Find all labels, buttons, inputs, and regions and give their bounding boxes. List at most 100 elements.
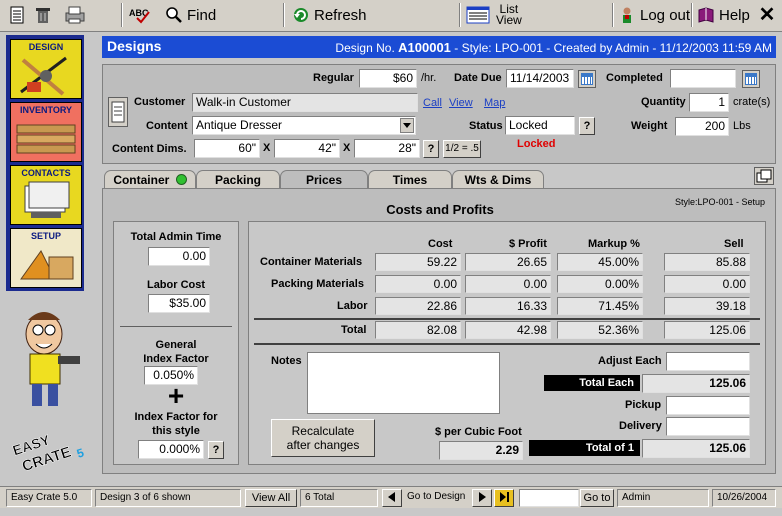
style-index-field[interactable]: 0.000%	[138, 440, 204, 459]
total-markup-cell: 52.36%	[557, 321, 643, 339]
mascot-icon	[25, 312, 80, 406]
magnifier-icon	[165, 6, 183, 24]
design-number: A100001	[398, 40, 451, 55]
easy-crate-logo-icon: EASY CRATE 5	[10, 431, 86, 476]
adjust-each-field[interactable]	[666, 352, 750, 371]
content-dim-width-field[interactable]: 42"	[274, 139, 340, 158]
status-field[interactable]: Locked	[505, 116, 575, 135]
content-dim-height-field[interactable]: 28"	[354, 139, 420, 158]
refresh-button[interactable]: Refresh	[292, 3, 367, 27]
total-admin-time-field[interactable]: 0.00	[148, 247, 210, 266]
style-index-help-button[interactable]: ?	[208, 441, 224, 459]
sidebar-item-label: SETUP	[30, 231, 61, 241]
current-date: 10/26/2004	[712, 489, 776, 507]
regular-rate-unit: /hr.	[421, 72, 437, 84]
costs-profits-box: Cost $ Profit Markup % Sell Container Ma…	[248, 221, 766, 465]
admin-time-box: Total Admin Time 0.00 Labor Cost $35.00 …	[113, 221, 239, 465]
toolbar-separator	[612, 3, 614, 27]
go-to-design-input[interactable]	[519, 489, 579, 507]
view-all-button[interactable]: View All	[245, 489, 297, 507]
design-header-meta: Design No. A100001 - Style: LPO-001 - Cr…	[335, 40, 772, 55]
total-sell-cell: 125.06	[664, 321, 750, 339]
tab-container[interactable]: Container	[104, 170, 196, 189]
record-position: Design 3 of 6 shown	[95, 489, 241, 507]
adjust-each-label: Adjust Each	[598, 355, 662, 367]
previous-record-button[interactable]	[382, 489, 402, 507]
arrow-left-icon	[388, 492, 395, 502]
status-help-button[interactable]: ?	[579, 117, 595, 135]
per-cubic-foot-field: 2.29	[439, 441, 523, 460]
content-dim-length-field[interactable]: 60"	[194, 139, 260, 158]
tab-times[interactable]: Times	[368, 170, 452, 189]
svg-text:5: 5	[75, 445, 86, 460]
sidebar-item-contacts[interactable]: CONTACTS	[10, 165, 82, 225]
tab-label: Times	[392, 173, 428, 187]
new-record-button[interactable]	[8, 3, 30, 27]
status-dot-icon	[175, 174, 187, 185]
profit-cell: 26.65	[465, 253, 551, 271]
dim-separator: X	[343, 142, 351, 154]
map-link[interactable]: Map	[484, 97, 505, 109]
tab-packing[interactable]: Packing	[196, 170, 280, 189]
sidebar-item-setup[interactable]: SETUP	[10, 228, 82, 288]
sidebar-item-design[interactable]: DESIGN	[10, 39, 82, 99]
logout-button[interactable]: Log out	[618, 3, 690, 27]
last-record-button[interactable]	[494, 489, 514, 507]
pickup-field[interactable]	[666, 396, 750, 415]
help-button[interactable]: Help	[697, 3, 750, 27]
document-list-icon	[8, 6, 26, 24]
print-button[interactable]	[64, 3, 90, 27]
column-header-sell: Sell	[724, 238, 744, 250]
sell-cell: 85.88	[664, 253, 750, 271]
date-due-calendar-icon[interactable]	[578, 70, 596, 88]
style-setup-text: Style:LPO-001 - Setup	[674, 197, 765, 207]
per-cubic-foot-label: $ per Cubic Foot	[435, 426, 522, 438]
list-view-button[interactable]: List View	[466, 3, 522, 27]
column-header-cost: Cost	[428, 238, 453, 250]
easy-crate-logo: EASY CRATE 5	[8, 417, 95, 479]
find-button[interactable]: Find	[165, 3, 216, 27]
notebook-icon	[111, 101, 125, 123]
divider	[254, 318, 760, 320]
delete-button[interactable]	[34, 3, 56, 27]
tab-label: Container	[113, 173, 170, 187]
page-title: Designs	[107, 38, 162, 54]
customer-field[interactable]: Walk-in Customer	[192, 93, 418, 112]
customer-card-button[interactable]	[108, 97, 128, 127]
tab-prices[interactable]: Prices	[280, 170, 368, 190]
column-header-profit: $ Profit	[509, 238, 547, 250]
go-to-button[interactable]: Go to	[580, 489, 614, 507]
half-inch-button[interactable]: 1/2 = .5	[443, 140, 481, 158]
view-link[interactable]: View	[449, 97, 473, 109]
spell-check-button[interactable]: ABC	[129, 3, 157, 27]
next-record-button[interactable]	[472, 489, 492, 507]
content-select[interactable]: Antique Dresser	[192, 116, 416, 135]
date-due-label: Date Due	[454, 72, 502, 84]
close-button[interactable]: ✕	[756, 2, 778, 26]
date-due-field[interactable]: 11/14/2003	[506, 69, 574, 88]
regular-rate-field[interactable]: $60	[359, 69, 417, 88]
app-version: Easy Crate 5.0	[6, 489, 92, 507]
content-dropdown-button[interactable]	[400, 118, 414, 133]
weight-field[interactable]: 200	[675, 117, 729, 136]
delivery-field[interactable]	[666, 417, 750, 436]
sidebar-item-label: CONTACTS	[21, 168, 71, 178]
notes-textarea[interactable]	[307, 352, 500, 414]
rolodex-icon	[24, 181, 70, 218]
dims-help-button[interactable]: ?	[423, 140, 439, 158]
tab-wts-dims[interactable]: Wts & Dims	[452, 170, 544, 189]
sidebar-item-inventory[interactable]: INVENTORY	[10, 102, 82, 162]
completed-date-field[interactable]	[670, 69, 736, 88]
recalculate-button[interactable]: Recalculate after changes	[271, 419, 375, 457]
help-book-icon	[697, 6, 715, 24]
copy-window-button[interactable]	[754, 167, 774, 185]
call-link[interactable]: Call	[423, 97, 442, 109]
completed-calendar-icon[interactable]	[742, 70, 760, 88]
labor-cost-field[interactable]: $35.00	[148, 294, 210, 313]
quantity-field[interactable]: 1	[689, 93, 729, 112]
current-user: Admin	[617, 489, 709, 507]
general-index-label-2: Index Factor	[143, 353, 209, 365]
notes-label: Notes	[271, 355, 302, 367]
list-view-label-2: View	[496, 13, 522, 27]
markup-cell: 45.00%	[557, 253, 643, 271]
